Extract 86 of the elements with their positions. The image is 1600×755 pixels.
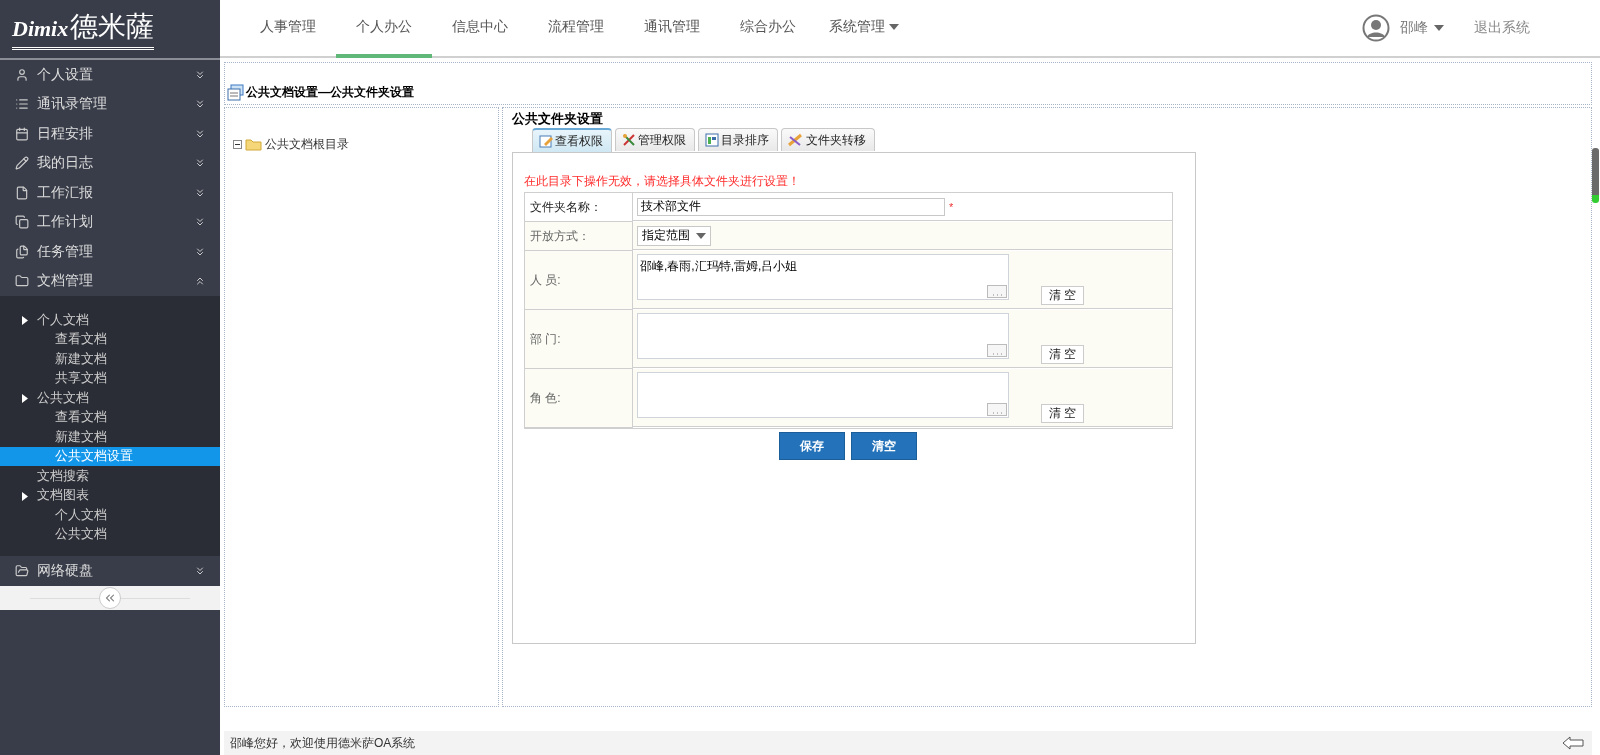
avatar-icon: [1362, 14, 1390, 42]
tab[interactable]: 目录排序: [698, 128, 778, 151]
ellipsis-icon: [992, 353, 1002, 356]
calendar-icon: [15, 126, 29, 141]
nav-tab[interactable]: 通讯管理: [624, 0, 720, 58]
warning-text: 在此目录下操作无效，请选择具体文件夹进行设置！: [524, 173, 801, 190]
caret-icon: [889, 24, 899, 30]
nav-tab[interactable]: 人事管理: [240, 0, 336, 58]
submenu-item[interactable]: 文档图表: [0, 485, 220, 505]
submenu-item[interactable]: 个人文档: [0, 310, 220, 330]
sidebar-item[interactable]: 任务管理: [0, 237, 220, 267]
submenu-item[interactable]: 公共文档: [0, 524, 220, 544]
dropdown[interactable]: 指定范围: [637, 225, 711, 246]
submenu-item[interactable]: 新建文档: [0, 427, 220, 447]
submenu-item[interactable]: 个人文档: [0, 505, 220, 525]
field-label: 开放方式：: [525, 222, 633, 251]
field-label: 角 色:: [525, 369, 633, 428]
sidebar-item[interactable]: 工作计划: [0, 207, 220, 237]
tools-icon: [622, 133, 636, 147]
copy-icon: [15, 215, 29, 230]
folder-icon: [245, 138, 262, 151]
tab[interactable]: 文件夹转移: [781, 128, 875, 151]
document-icon: [15, 185, 29, 200]
submenu-item[interactable]: 公共文档: [0, 388, 220, 408]
field-label: 文件夹名称：: [525, 193, 633, 222]
field-label: 部 门:: [525, 310, 633, 369]
pencil-ruler-icon: [788, 133, 804, 147]
clear-button[interactable]: 清 空: [1041, 286, 1085, 305]
browse-button[interactable]: [987, 285, 1007, 298]
nav-tab[interactable]: 综合办公: [720, 0, 816, 58]
status-text: 邵峰您好，欢迎使用德米萨OA系统: [230, 734, 416, 752]
tab[interactable]: 查看权限: [532, 128, 612, 152]
triangle-icon: [22, 394, 28, 403]
user-menu[interactable]: 邵峰: [1400, 19, 1444, 37]
save-button[interactable]: 保存: [778, 432, 845, 460]
sidebar-item[interactable]: 我的日志: [0, 148, 220, 178]
submenu-item[interactable]: 文档搜索: [0, 466, 220, 486]
nav-tab[interactable]: 系统管理: [816, 0, 912, 58]
sidebar-item[interactable]: 工作汇报: [0, 178, 220, 208]
sidebar-item[interactable]: 文档管理: [0, 266, 220, 296]
text-area[interactable]: 邵峰,春雨,汇玛特,雷姆,吕小姐: [637, 254, 1009, 300]
browse-button[interactable]: [987, 344, 1007, 357]
folder-icon: [15, 563, 29, 578]
browse-button[interactable]: [987, 403, 1007, 416]
nav-tab[interactable]: 流程管理: [528, 0, 624, 58]
person-icon: [15, 67, 29, 82]
text-area[interactable]: [637, 313, 1009, 359]
scrollbar-thumb[interactable]: [1592, 148, 1599, 203]
pencil-icon: [15, 156, 29, 171]
field-label: 人 员:: [525, 251, 633, 310]
required-mark: *: [949, 200, 954, 213]
triangle-icon: [22, 316, 28, 325]
table-icon: [705, 133, 719, 147]
sidebar-item[interactable]: 日程安排: [0, 119, 220, 149]
page-title: 公共文档设置—公共文件夹设置: [246, 84, 414, 101]
edit-icon: [539, 134, 553, 148]
folder-icon: [15, 274, 29, 289]
nav-tab[interactable]: 个人办公: [336, 0, 432, 58]
documents-icon: [227, 84, 244, 101]
dropdown-caret-icon: [696, 232, 706, 239]
submenu-item[interactable]: 查看文档: [0, 329, 220, 349]
tree-node[interactable]: 公共文档根目录: [265, 136, 349, 153]
logout-link[interactable]: 退出系统: [1474, 19, 1530, 37]
nav-tab[interactable]: 信息中心: [432, 0, 528, 58]
sidebar-item[interactable]: 网络硬盘: [0, 556, 220, 586]
clear-button[interactable]: 清 空: [1041, 345, 1085, 364]
collapse-sidebar-button[interactable]: [99, 586, 121, 609]
tab[interactable]: 管理权限: [615, 128, 695, 151]
sidebar-item[interactable]: 个人设置: [0, 60, 220, 90]
caret-icon: [1434, 25, 1444, 31]
ellipsis-icon: [992, 294, 1002, 297]
submenu-item[interactable]: 查看文档: [0, 407, 220, 427]
submenu-item[interactable]: 新建文档: [0, 349, 220, 369]
logo: Dimix德米薩: [12, 8, 155, 50]
text-field[interactable]: 技术部文件: [637, 197, 945, 216]
list-icon: [15, 97, 29, 112]
clear-button[interactable]: 清 空: [1041, 404, 1085, 423]
files-icon: [15, 244, 29, 259]
triangle-icon: [22, 491, 28, 501]
ellipsis-icon: [992, 412, 1002, 415]
text-area[interactable]: [637, 372, 1009, 418]
sidebar-item[interactable]: 通讯录管理: [0, 89, 220, 119]
submenu-item[interactable]: 共享文档: [0, 368, 220, 388]
back-arrow-icon[interactable]: [1562, 736, 1584, 750]
clear-button[interactable]: 清空: [850, 432, 917, 460]
panel-title: 公共文件夹设置: [512, 110, 604, 128]
